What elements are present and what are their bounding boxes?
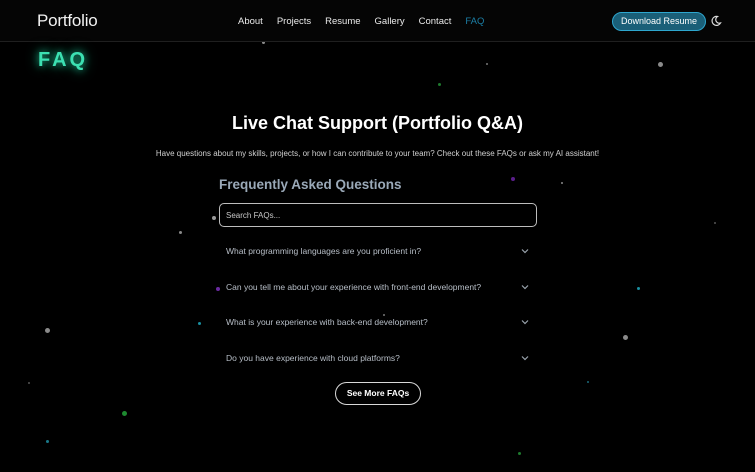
star-dot	[637, 287, 640, 290]
faq-item[interactable]: What programming languages are you profi…	[219, 238, 537, 274]
nav-link-faq[interactable]: FAQ	[465, 16, 484, 27]
faq-list: What programming languages are you profi…	[219, 238, 537, 380]
star-dot	[438, 83, 441, 86]
search-faqs-input[interactable]	[219, 203, 537, 227]
nav-link-contact[interactable]: Contact	[419, 16, 452, 27]
faq-question: What programming languages are you profi…	[226, 246, 422, 256]
star-dot	[486, 63, 488, 65]
star-dot	[623, 335, 628, 340]
nav-link-about[interactable]: About	[238, 16, 263, 27]
star-dot	[212, 216, 216, 220]
faq-section-badge: FAQ	[38, 49, 89, 71]
download-resume-button[interactable]: Download Resume	[612, 12, 706, 31]
nav-link-gallery[interactable]: Gallery	[375, 16, 405, 27]
faq-heading: Frequently Asked Questions	[219, 177, 402, 192]
faq-question: What is your experience with back-end de…	[226, 317, 428, 327]
star-dot	[46, 440, 49, 443]
star-dot	[179, 231, 182, 234]
top-navbar: Portfolio About Projects Resume Gallery …	[0, 0, 755, 42]
page-subtitle: Have questions about my skills, projects…	[155, 149, 600, 158]
star-dot	[198, 322, 201, 325]
nav-link-resume[interactable]: Resume	[325, 16, 360, 27]
star-dot	[511, 177, 515, 181]
nav-links: About Projects Resume Gallery Contact FA…	[238, 16, 498, 27]
faq-item[interactable]: Do you have experience with cloud platfo…	[219, 345, 537, 381]
chevron-down-icon	[521, 355, 529, 360]
nav-link-projects[interactable]: Projects	[277, 16, 311, 27]
star-dot	[45, 328, 50, 333]
faq-question: Can you tell me about your experience wi…	[226, 281, 482, 292]
chevron-down-icon	[521, 249, 529, 254]
faq-item[interactable]: Can you tell me about your experience wi…	[219, 274, 537, 310]
faq-question: Do you have experience with cloud platfo…	[226, 352, 400, 363]
star-dot	[658, 62, 663, 67]
faq-item[interactable]: What is your experience with back-end de…	[219, 309, 537, 345]
chevron-down-icon	[521, 320, 529, 325]
see-more-faqs-button[interactable]: See More FAQs	[335, 382, 421, 405]
star-dot	[122, 411, 127, 416]
moon-icon[interactable]	[710, 15, 722, 27]
star-dot	[518, 452, 521, 455]
star-dot	[714, 222, 716, 224]
page-title: Live Chat Support (Portfolio Q&A)	[232, 113, 523, 133]
star-dot	[561, 182, 563, 184]
star-dot	[587, 381, 589, 383]
star-dot	[28, 382, 30, 384]
brand-logo[interactable]: Portfolio	[37, 11, 98, 31]
chevron-down-icon	[521, 284, 529, 289]
